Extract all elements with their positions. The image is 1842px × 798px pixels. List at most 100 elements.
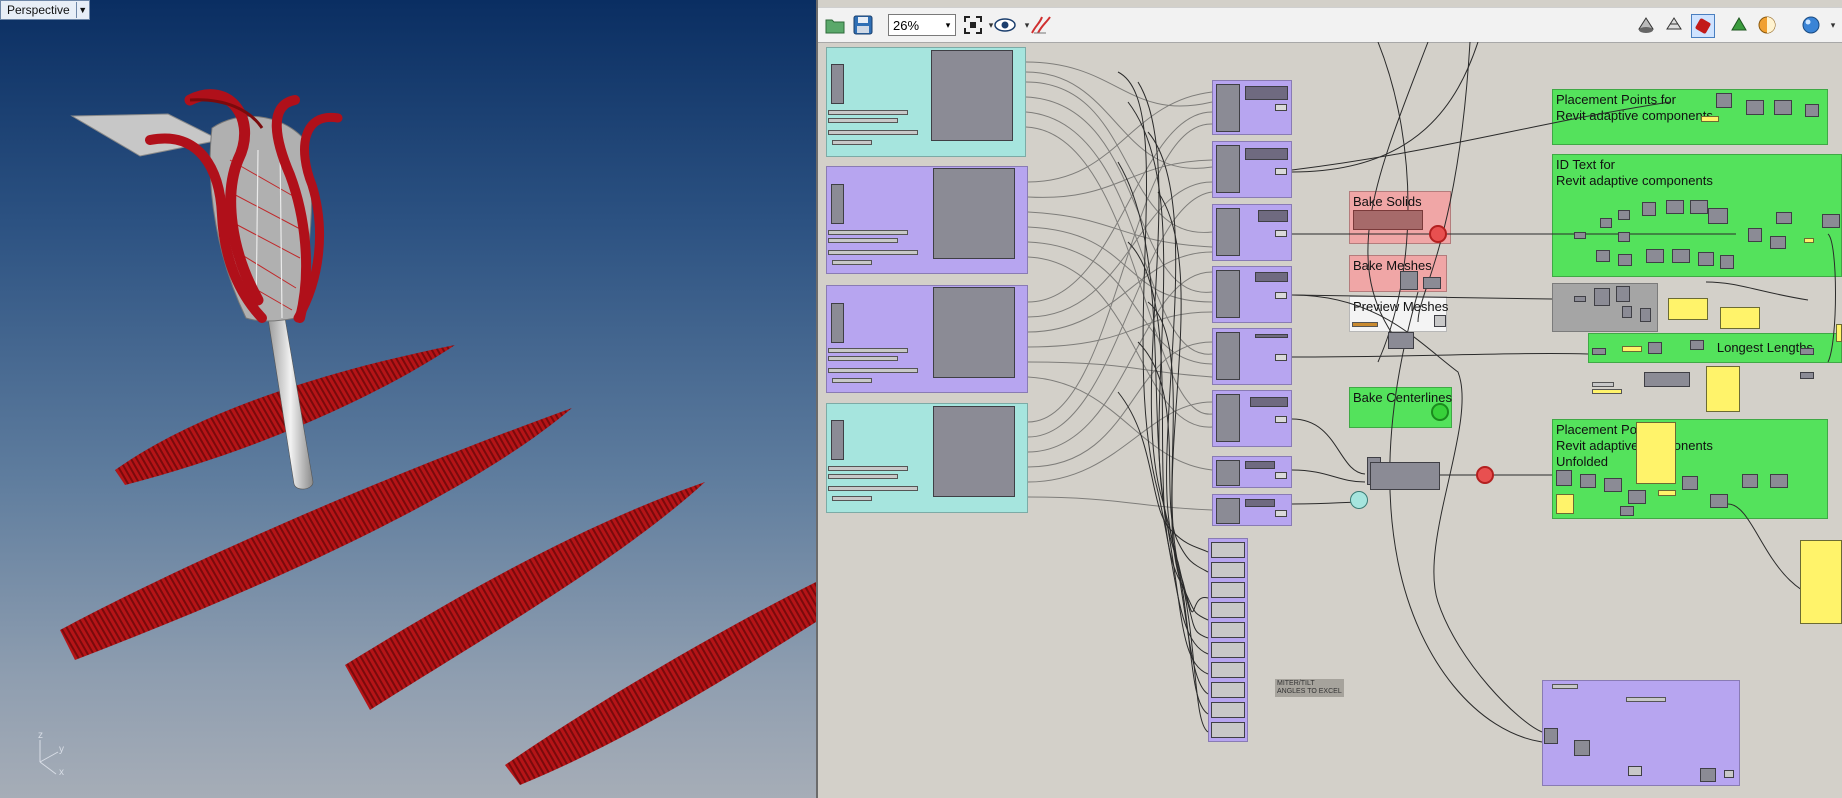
component[interactable] bbox=[1618, 210, 1630, 220]
component[interactable] bbox=[1544, 728, 1558, 744]
component[interactable] bbox=[1648, 342, 1662, 354]
save-file-icon[interactable] bbox=[852, 14, 874, 36]
output-param[interactable] bbox=[1211, 702, 1245, 718]
component[interactable] bbox=[1822, 214, 1840, 228]
component[interactable] bbox=[1770, 236, 1786, 249]
component[interactable] bbox=[1708, 208, 1728, 224]
component[interactable] bbox=[1574, 740, 1590, 756]
component[interactable] bbox=[1628, 490, 1646, 504]
preview-meshes-toggle[interactable] bbox=[1434, 315, 1446, 327]
component-m2-label[interactable] bbox=[1245, 148, 1288, 160]
bake-centerlines-toggle[interactable] bbox=[1431, 403, 1449, 421]
cluster-component-2[interactable] bbox=[933, 168, 1015, 259]
bake-meshes-component[interactable] bbox=[1400, 271, 1418, 290]
output-port[interactable] bbox=[1275, 354, 1287, 361]
param-stack-4[interactable] bbox=[831, 420, 844, 460]
bake-solids-component[interactable] bbox=[1353, 210, 1423, 230]
rhino-perspective-viewport[interactable]: Perspective ▼ z y x bbox=[0, 0, 816, 798]
component[interactable] bbox=[1800, 348, 1814, 355]
cluster-component-3[interactable] bbox=[933, 287, 1015, 378]
component[interactable] bbox=[1644, 372, 1690, 387]
component[interactable] bbox=[1776, 212, 1792, 224]
yellow-panel[interactable] bbox=[1836, 324, 1842, 342]
component-m6[interactable] bbox=[1216, 394, 1240, 442]
component[interactable] bbox=[1805, 104, 1819, 117]
output-param[interactable] bbox=[1211, 582, 1245, 598]
selected-only-icon[interactable] bbox=[1728, 14, 1750, 36]
yellow-panel[interactable] bbox=[1668, 298, 1708, 320]
component[interactable] bbox=[1742, 474, 1758, 488]
component[interactable] bbox=[1640, 308, 1651, 322]
output-param[interactable] bbox=[1211, 682, 1245, 698]
number-slider[interactable] bbox=[828, 110, 908, 115]
component[interactable] bbox=[1592, 348, 1606, 355]
yellow-panel[interactable] bbox=[1804, 238, 1814, 243]
component[interactable] bbox=[1720, 255, 1734, 269]
component-m3[interactable] bbox=[1216, 208, 1240, 256]
component[interactable] bbox=[1604, 478, 1622, 492]
output-param[interactable] bbox=[1211, 542, 1245, 558]
output-port[interactable] bbox=[1275, 230, 1287, 237]
preview-component[interactable] bbox=[1388, 332, 1414, 349]
component[interactable] bbox=[1620, 506, 1634, 516]
preview-slider[interactable] bbox=[1352, 322, 1378, 327]
yellow-panel[interactable] bbox=[1701, 116, 1719, 122]
component[interactable] bbox=[1618, 232, 1630, 242]
component-m2[interactable] bbox=[1216, 145, 1240, 193]
component[interactable] bbox=[1672, 249, 1690, 263]
yellow-panel[interactable] bbox=[1800, 540, 1842, 624]
component-m8[interactable] bbox=[1216, 498, 1240, 524]
output-param[interactable] bbox=[1211, 622, 1245, 638]
bake-solids-toggle[interactable] bbox=[1429, 225, 1447, 243]
output-param[interactable] bbox=[1211, 722, 1245, 738]
yellow-panel[interactable] bbox=[1556, 494, 1574, 514]
output-param[interactable] bbox=[1211, 602, 1245, 618]
component-m7[interactable] bbox=[1216, 460, 1240, 486]
render-sphere-icon[interactable] bbox=[1800, 14, 1822, 36]
number-slider[interactable] bbox=[1592, 389, 1622, 394]
yellow-panel[interactable] bbox=[1658, 490, 1676, 496]
scribble-note[interactable]: MITER/TILT ANGLES TO EXCEL bbox=[1275, 679, 1344, 697]
number-slider[interactable] bbox=[1626, 697, 1666, 702]
preview-shaded-icon[interactable] bbox=[1691, 14, 1715, 38]
number-slider[interactable] bbox=[1552, 684, 1578, 689]
number-slider[interactable] bbox=[828, 130, 918, 135]
component[interactable] bbox=[1596, 250, 1610, 262]
viewport-title-tab[interactable]: Perspective ▼ bbox=[0, 0, 90, 20]
component[interactable] bbox=[1594, 288, 1610, 306]
component-m4-label[interactable] bbox=[1255, 272, 1288, 282]
sketch-icon[interactable] bbox=[1030, 14, 1052, 36]
component-m1[interactable] bbox=[1216, 84, 1240, 132]
output-port[interactable] bbox=[1275, 292, 1287, 299]
component[interactable] bbox=[1642, 202, 1656, 216]
component-m7-label[interactable] bbox=[1245, 461, 1275, 469]
component[interactable] bbox=[1690, 340, 1704, 350]
red-toggle[interactable] bbox=[1476, 466, 1494, 484]
param-stack-3[interactable] bbox=[831, 303, 844, 343]
document-preview-icon[interactable] bbox=[1756, 14, 1778, 36]
cyan-toggle[interactable] bbox=[1350, 491, 1368, 509]
cluster-component-4[interactable] bbox=[933, 406, 1015, 497]
component[interactable] bbox=[1574, 232, 1586, 239]
number-slider[interactable] bbox=[828, 356, 898, 361]
preview-eye-icon[interactable] bbox=[994, 14, 1016, 36]
yellow-panel[interactable] bbox=[1720, 307, 1760, 329]
preview-wire-icon[interactable] bbox=[1663, 14, 1685, 36]
open-file-icon[interactable] bbox=[824, 14, 846, 36]
yellow-panel[interactable] bbox=[1706, 366, 1740, 412]
number-slider[interactable] bbox=[828, 474, 898, 479]
number-slider[interactable] bbox=[828, 368, 918, 373]
component-m5[interactable] bbox=[1216, 332, 1240, 380]
number-slider[interactable] bbox=[828, 118, 898, 123]
component[interactable] bbox=[1574, 296, 1586, 302]
number-slider[interactable] bbox=[832, 260, 872, 265]
yellow-panel[interactable] bbox=[1636, 422, 1676, 484]
component[interactable] bbox=[1724, 770, 1734, 778]
number-slider[interactable] bbox=[828, 230, 908, 235]
component[interactable] bbox=[1682, 476, 1698, 490]
output-param[interactable] bbox=[1211, 642, 1245, 658]
component[interactable] bbox=[1746, 100, 1764, 115]
component-m3-label[interactable] bbox=[1258, 210, 1288, 222]
main-component[interactable] bbox=[1370, 462, 1440, 490]
component[interactable] bbox=[1666, 200, 1684, 214]
